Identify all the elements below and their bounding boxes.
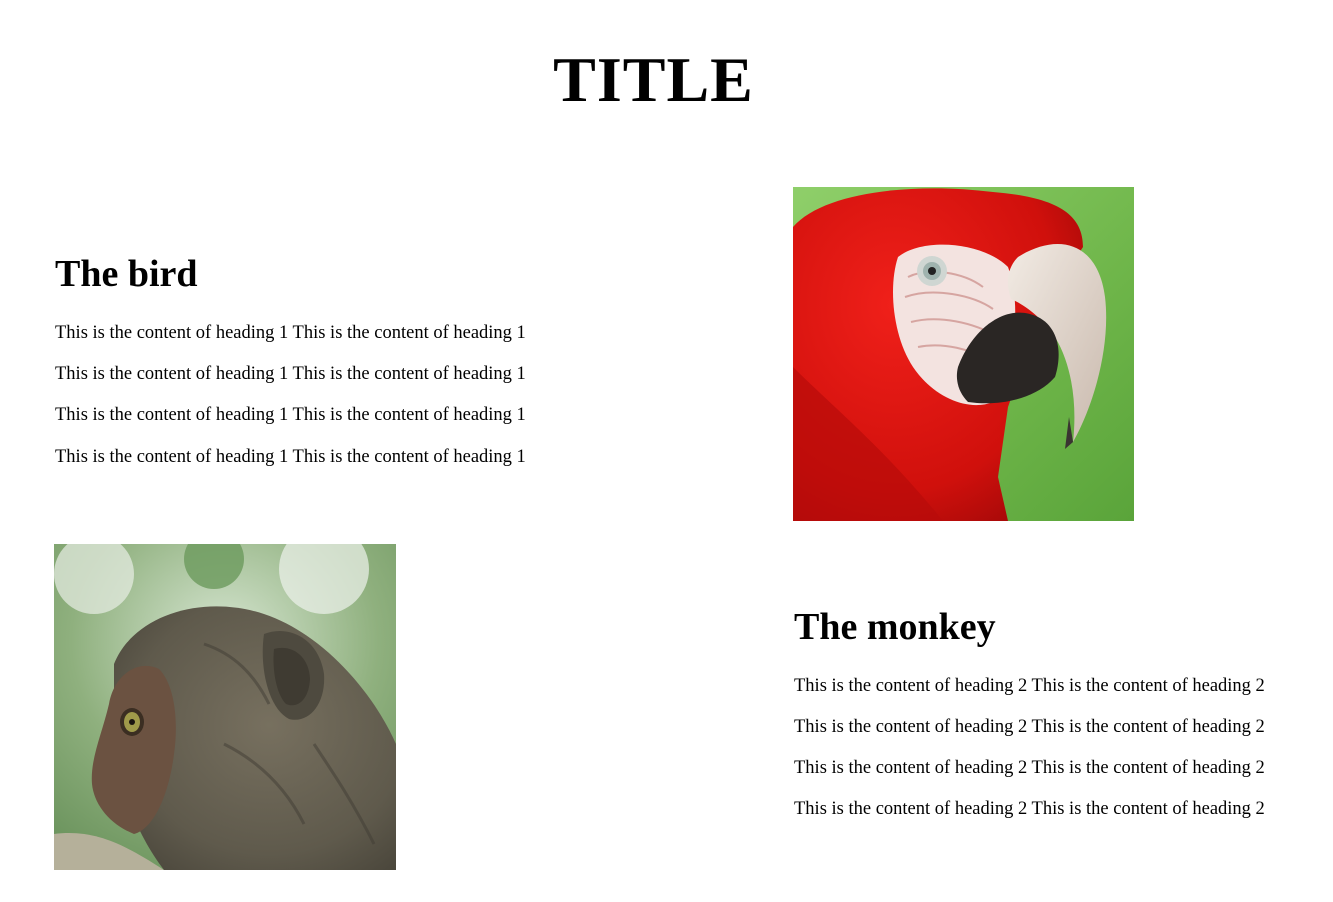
monkey-paragraph: This is the content of heading 2 This is… [794,676,1265,696]
parrot-image [793,187,1134,521]
page-title: TITLE [553,44,754,115]
bird-paragraph: This is the content of heading 1 This is… [55,447,526,467]
bird-paragraph: This is the content of heading 1 This is… [55,405,526,425]
bird-heading: The bird [55,253,198,295]
monkey-paragraph: This is the content of heading 2 This is… [794,758,1265,778]
monkey-paragraph: This is the content of heading 2 This is… [794,717,1265,737]
bird-paragraph: This is the content of heading 1 This is… [55,364,526,384]
monkey-image [54,544,396,870]
monkey-heading: The monkey [794,606,996,648]
monkey-paragraph: This is the content of heading 2 This is… [794,799,1265,819]
bird-paragraph: This is the content of heading 1 This is… [55,323,526,343]
